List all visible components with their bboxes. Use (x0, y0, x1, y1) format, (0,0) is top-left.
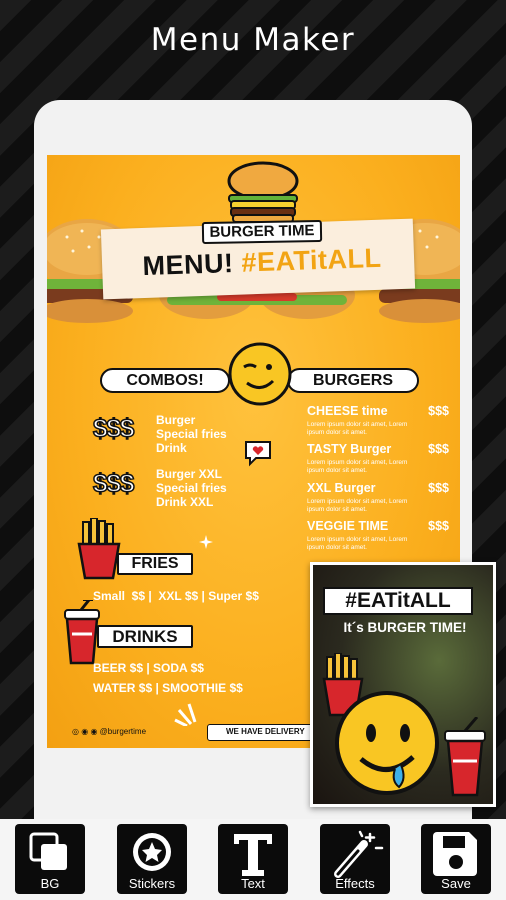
drinks-heading: DRINKS (97, 625, 193, 648)
burst-lines-icon (174, 703, 197, 726)
banner-subtitle: BURGER TIME (201, 219, 323, 245)
fries-prices: Small $$ | XXL $$ | Super $$ (93, 589, 259, 603)
combo-1-items: Burger Special fries Drink (156, 413, 227, 455)
instagram-icon: ◎ (72, 727, 79, 736)
combo-2-items: Burger XXL Special fries Drink XXL (156, 467, 227, 509)
combo-1-item: Drink (156, 441, 187, 455)
app-title: Menu Maker (150, 22, 356, 58)
effects-label: Effects (335, 876, 375, 891)
text-label: Text (241, 876, 265, 891)
combo-1-item: Burger (156, 413, 196, 427)
burger-item: XXL Burger $$$ Lorem ipsum dolor sit ame… (307, 481, 457, 514)
burger-desc: Lorem ipsum dolor sit amet, Lorem ipsum … (307, 421, 408, 436)
burger-desc: Lorem ipsum dolor sit amet, Lorem ipsum … (307, 498, 408, 513)
burger-item: VEGGIE TIME $$$ Lorem ipsum dolor sit am… (307, 519, 457, 552)
sticker-subtitle: It´s BURGER TIME! (343, 620, 467, 635)
burgers-heading: BURGERS (287, 368, 419, 393)
banner-menu-word: MENU! (142, 248, 235, 282)
burger-item: TASTY Burger $$$ Lorem ipsum dolor sit a… (307, 442, 457, 475)
combo-2-item: Burger XXL (156, 467, 223, 481)
bg-label: BG (40, 876, 60, 891)
burger-logo-icon (227, 161, 299, 223)
facebook-icon: ◉ (81, 727, 89, 736)
burger-price: $$$ (428, 481, 449, 495)
drinks-label: DRINKS (112, 627, 178, 646)
sticker-drooling-emoji-icon (335, 691, 439, 795)
sticker-soda-icon (444, 717, 486, 797)
drinks-line-1: BEER $$ | SODA $$ (93, 661, 204, 675)
sticker-hashtag: #EATitALL (323, 587, 473, 615)
wink-emoji-icon (228, 342, 292, 406)
social-handle: @burgertime (99, 727, 147, 736)
text-button[interactable]: Text (218, 824, 288, 894)
burger-desc: Lorem ipsum dolor sit amet, Lorem ipsum … (307, 536, 408, 551)
effects-button[interactable]: Effects (320, 824, 390, 894)
burgers-label: BURGERS (312, 372, 393, 389)
fries-heading: FRIES (117, 553, 193, 575)
sparkle-icon (199, 535, 213, 549)
social-icons: ◎ ◉ ◉ @burgertime (72, 727, 146, 736)
burger-desc: Lorem ipsum dolor sit amet, Lorem ipsum … (307, 459, 408, 474)
heart-bubble-icon (245, 441, 271, 467)
combos-heading: COMBOS! (100, 368, 230, 393)
burger-item: CHEESE time $$$ Lorem ipsum dolor sit am… (307, 404, 457, 437)
delivery-text: WE HAVE DELIVERY (226, 727, 305, 736)
combo-2-price: $$$ (92, 467, 135, 499)
bg-button[interactable]: BG (15, 824, 85, 894)
stickers-label: Stickers (128, 876, 176, 891)
fries-label: FRIES (131, 555, 179, 572)
combo-1-item: Special fries (156, 427, 227, 441)
banner-hashtag: #EATitALL (240, 242, 382, 278)
save-label: Save (441, 876, 471, 891)
twitter-icon: ◉ (90, 727, 98, 736)
combo-2-item: Drink XXL (156, 495, 214, 509)
drinks-line-2: WATER $$ | SMOOTHIE $$ (93, 681, 243, 695)
stickers-button[interactable]: Stickers (117, 824, 187, 894)
combos-label: COMBOS! (126, 372, 204, 389)
sticker-preview-card[interactable]: #EATitALL It´s BURGER TIME! (310, 562, 496, 807)
burger-price: $$$ (428, 404, 449, 418)
delivery-badge: WE HAVE DELIVERY (207, 724, 327, 741)
bottom-toolbar: BG Stickers Text Effects Save (0, 819, 506, 900)
combo-1-price: $$$ (92, 412, 135, 444)
burger-price: $$$ (428, 519, 449, 533)
combo-2-item: Special fries (156, 481, 227, 495)
save-button[interactable]: Save (421, 824, 491, 894)
burger-price: $$$ (428, 442, 449, 456)
